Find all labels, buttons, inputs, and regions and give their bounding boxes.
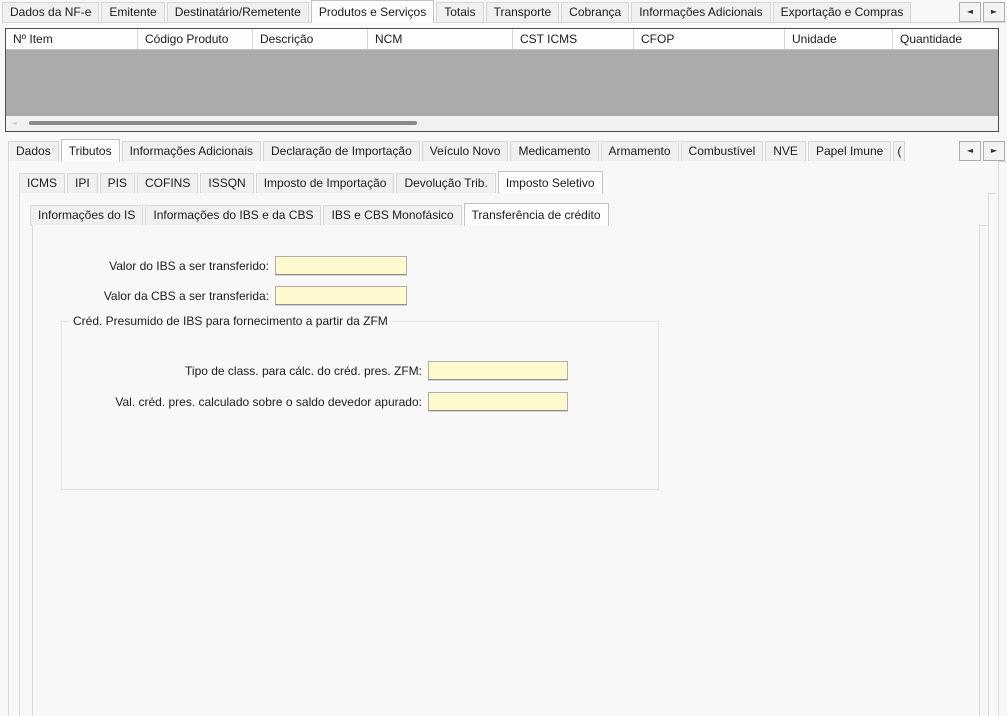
tab-cofins[interactable]: COFINS	[137, 173, 199, 193]
column-header-quantidade[interactable]: Quantidade	[893, 29, 998, 49]
zfm-presumed-credit-value-input[interactable]	[428, 392, 568, 411]
tab-informacoes-do-is[interactable]: Informações do IS	[30, 205, 144, 225]
scroll-left-icon[interactable]: ◄	[959, 2, 981, 22]
zfm-class-type-input[interactable]	[428, 361, 568, 380]
column-header-ncm[interactable]: NCM	[368, 29, 513, 49]
tributos-page: ICMS IPI PIS COFINS ISSQN Imposto de Imp…	[8, 161, 999, 716]
scrollbar-thumb[interactable]	[29, 121, 417, 125]
tab-informacoes-adicionais-item[interactable]: Informações Adicionais	[121, 141, 261, 161]
column-header-unidade[interactable]: Unidade	[785, 29, 893, 49]
tab-papel-imune[interactable]: Papel Imune	[807, 141, 892, 161]
nfe-tabstrip-scroll: ◄ ►	[959, 2, 1005, 22]
zfm-class-type-label: Tipo de class. para cálc. do créd. pres.…	[185, 363, 422, 378]
tab-ibs-e-cbs-monofasico[interactable]: IBS e CBS Monofásico	[323, 205, 462, 225]
tab-emitente[interactable]: Emitente	[101, 2, 165, 22]
tab-armamento[interactable]: Armamento	[600, 141, 679, 161]
scroll-left-icon[interactable]: ◄	[959, 141, 981, 161]
scroll-right-icon[interactable]: ►	[983, 141, 1005, 161]
tab-imposto-seletivo[interactable]: Imposto Seletivo	[497, 171, 603, 194]
tab-dados-da-nfe[interactable]: Dados da NF-e	[2, 2, 100, 22]
zfm-class-type-row: Tipo de class. para cálc. do créd. pres.…	[62, 361, 568, 380]
tab-veiculo-novo[interactable]: Veículo Novo	[421, 141, 509, 161]
tab-icms[interactable]: ICMS	[19, 173, 65, 193]
products-grid: Nº Item Código Produto Descrição NCM CST…	[5, 28, 999, 132]
tab-pis[interactable]: PIS	[99, 173, 136, 193]
tab-issqn[interactable]: ISSQN	[200, 173, 254, 193]
item-tabstrip-scroll: ◄ ►	[959, 141, 1005, 161]
zfm-presumed-credit-value-row: Val. créd. pres. calculado sobre o saldo…	[62, 392, 568, 411]
tab-transferencia-de-credito[interactable]: Transferência de crédito	[463, 203, 609, 226]
tab-ipi[interactable]: IPI	[67, 173, 98, 193]
transferencia-de-credito-page: Valor do IBS a ser transferido: Valor da…	[32, 225, 980, 716]
tab-informacoes-do-ibs-e-da-cbs[interactable]: Informações do IBS e da CBS	[145, 205, 322, 225]
cbs-transfer-row: Valor da CBS a ser transferida:	[33, 286, 407, 305]
imposto-seletivo-page: Informações do IS Informações do IBS e d…	[19, 193, 989, 716]
column-header-cfop[interactable]: CFOP	[634, 29, 785, 49]
tab-dados-item[interactable]: Dados	[8, 141, 59, 161]
item-tabstrip: Dados Tributos Informações Adicionais De…	[8, 139, 1006, 162]
tab-totais[interactable]: Totais	[436, 2, 484, 22]
tab-clipped[interactable]: (	[893, 141, 906, 161]
products-grid-horizontal-scrollbar[interactable]: ◄	[6, 116, 998, 131]
tab-nve[interactable]: NVE	[765, 141, 806, 161]
products-grid-empty-body[interactable]	[6, 50, 998, 116]
imposto-seletivo-tabstrip: Informações do IS Informações do IBS e d…	[30, 203, 986, 226]
nfe-main-tabstrip: Dados da NF-e Emitente Destinatário/Reme…	[2, 0, 1006, 23]
column-header-descricao[interactable]: Descrição	[253, 29, 368, 49]
scroll-right-icon[interactable]: ►	[983, 2, 1005, 22]
zfm-presumed-credit-value-label: Val. créd. pres. calculado sobre o saldo…	[115, 394, 422, 409]
column-header-cst-icms[interactable]: CST ICMS	[513, 29, 634, 49]
tab-cobranca[interactable]: Cobrança	[561, 2, 630, 22]
tab-declaracao-de-importacao[interactable]: Declaração de Importação	[263, 141, 420, 161]
tab-exportacao-e-compras[interactable]: Exportação e Compras	[772, 2, 912, 22]
products-grid-header: Nº Item Código Produto Descrição NCM CST…	[6, 29, 998, 50]
tab-devolucao-trib[interactable]: Devolução Trib.	[396, 173, 496, 193]
tab-imposto-de-importacao[interactable]: Imposto de Importação	[255, 173, 395, 193]
tab-informacoes-adicionais-nfe[interactable]: Informações Adicionais	[631, 2, 771, 22]
tab-medicamento[interactable]: Medicamento	[510, 141, 599, 161]
ibs-transfer-row: Valor do IBS a ser transferido:	[33, 256, 407, 275]
tab-destinatario-remetente[interactable]: Destinatário/Remetente	[166, 2, 309, 22]
tributos-tabstrip: ICMS IPI PIS COFINS ISSQN Imposto de Imp…	[19, 171, 996, 194]
tab-combustivel[interactable]: Combustível	[680, 141, 764, 161]
tab-tributos[interactable]: Tributos	[60, 139, 120, 162]
zfm-presumed-credit-groupbox: Créd. Presumido de IBS para fornecimento…	[61, 314, 659, 490]
ibs-transfer-label: Valor do IBS a ser transferido:	[109, 258, 269, 273]
column-header-codigo-produto[interactable]: Código Produto	[138, 29, 253, 49]
cbs-transfer-value-input[interactable]	[275, 286, 407, 305]
zfm-groupbox-title: Créd. Presumido de IBS para fornecimento…	[69, 314, 392, 328]
cbs-transfer-label: Valor da CBS a ser transferida:	[103, 288, 269, 303]
nfe-editor-window: Dados da NF-e Emitente Destinatário/Reme…	[0, 0, 1007, 716]
scrollbar-left-arrow-icon: ◄	[12, 120, 17, 127]
column-header-num-item[interactable]: Nº Item	[6, 29, 138, 49]
tab-transporte[interactable]: Transporte	[485, 2, 560, 22]
tab-produtos-e-servicos[interactable]: Produtos e Serviços	[310, 0, 435, 23]
ibs-transfer-value-input[interactable]	[275, 256, 407, 275]
